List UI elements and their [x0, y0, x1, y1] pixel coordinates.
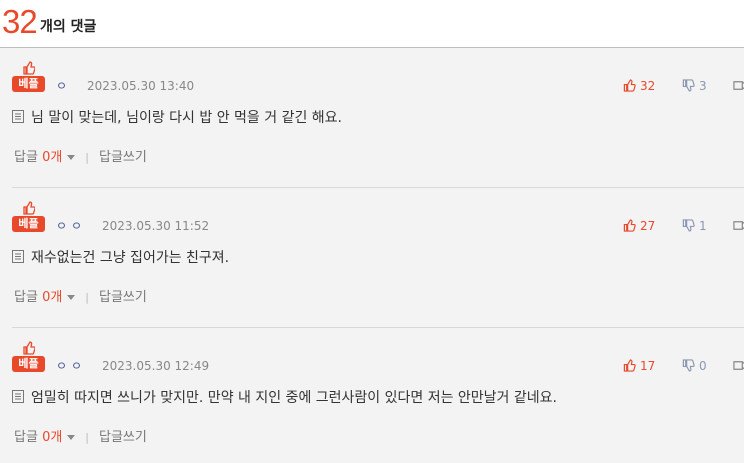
- reply-count: 0개: [42, 430, 63, 445]
- thumbs-up-icon: [623, 219, 636, 232]
- author-nickname[interactable]: ㅇㅇ: [56, 218, 86, 234]
- comment-body: 님 말이 맞는데, 님이랑 다시 밥 안 먹을 거 같긴 해요.: [12, 108, 342, 128]
- downvote-count: 3: [699, 79, 707, 93]
- best-label: 베플: [12, 216, 45, 232]
- comment-date: 2023.05.30 13:40: [87, 79, 195, 93]
- comment-text: 재수없는건 그냥 집어가는 친구져.: [31, 250, 230, 266]
- reply-label: 답글: [14, 290, 38, 305]
- comment-item: 베플 ㅇㅇ 2023.05.30 11:52 27 1 재수없는건 그냥 집어가…: [12, 188, 744, 328]
- comment-actions: 답글 0개 | 답글쓰기: [14, 149, 147, 167]
- thumbs-up-icon: [23, 201, 35, 215]
- report-icon: [733, 81, 744, 90]
- thumbs-up-icon: [623, 359, 636, 372]
- thumbs-up-icon: [623, 79, 636, 92]
- report-icon: [733, 361, 744, 370]
- upvote-count: 27: [640, 219, 656, 233]
- best-comment-badge: 베플: [12, 341, 45, 375]
- reply-toggle[interactable]: 답글 0개: [14, 150, 76, 165]
- best-comment-badge: 베플: [12, 61, 45, 95]
- reply-label: 답글: [14, 430, 38, 445]
- comment-item: 베플 ㅇ 2023.05.30 13:40 32 3 님 말이 맞는데, 님이랑…: [12, 48, 744, 188]
- comment-actions: 답글 0개 | 답글쓰기: [14, 289, 147, 307]
- report-icon: [733, 221, 744, 230]
- chevron-down-icon: [67, 154, 76, 160]
- reply-count: 0개: [42, 290, 63, 305]
- thumbs-down-icon: [682, 359, 695, 372]
- report-button[interactable]: [733, 217, 744, 235]
- comment-item: 베플 ㅇㅇ 2023.05.30 12:49 17 0 엄밀히 따지면 쓰니가 …: [12, 328, 744, 463]
- author-nickname[interactable]: ㅇ: [56, 78, 71, 94]
- comment-date: 2023.05.30 11:52: [102, 219, 210, 233]
- divider: |: [85, 431, 90, 444]
- document-icon: [12, 250, 24, 263]
- report-button[interactable]: [733, 357, 744, 375]
- upvote-count: 32: [640, 79, 656, 93]
- document-icon: [12, 390, 24, 403]
- comment-text: 님 말이 맞는데, 님이랑 다시 밥 안 먹을 거 같긴 해요.: [31, 110, 343, 126]
- comment-count-label: 개의 댓글: [40, 19, 97, 35]
- chevron-down-icon: [67, 434, 76, 440]
- downvote-button[interactable]: 0: [682, 357, 707, 375]
- document-icon: [12, 110, 24, 123]
- downvote-count: 1: [699, 219, 707, 233]
- divider: |: [85, 151, 90, 164]
- reply-label: 답글: [14, 150, 38, 165]
- best-label: 베플: [12, 356, 45, 372]
- thumbs-down-icon: [682, 219, 695, 232]
- best-comment-badge: 베플: [12, 201, 45, 235]
- write-reply-button[interactable]: 답글쓰기: [99, 150, 147, 165]
- reply-toggle[interactable]: 답글 0개: [14, 290, 76, 305]
- upvote-button[interactable]: 17: [623, 357, 655, 375]
- write-reply-button[interactable]: 답글쓰기: [99, 290, 147, 305]
- downvote-count: 0: [699, 359, 707, 373]
- write-reply-button[interactable]: 답글쓰기: [99, 430, 147, 445]
- comments-header: 32 개의 댓글: [0, 0, 744, 48]
- comment-count: 32: [2, 3, 38, 40]
- upvote-button[interactable]: 27: [623, 217, 655, 235]
- best-label: 베플: [12, 76, 45, 92]
- downvote-button[interactable]: 1: [682, 217, 707, 235]
- divider: |: [85, 291, 90, 304]
- comment-text: 엄밀히 따지면 쓰니가 맞지만. 만약 내 지인 중에 그런사람이 있다면 저는…: [31, 390, 557, 406]
- comment-body: 재수없는건 그냥 집어가는 친구져.: [12, 248, 229, 268]
- report-button[interactable]: [733, 77, 744, 95]
- upvote-button[interactable]: 32: [623, 77, 655, 95]
- downvote-button[interactable]: 3: [682, 77, 707, 95]
- comment-actions: 답글 0개 | 답글쓰기: [14, 429, 147, 447]
- comment-date: 2023.05.30 12:49: [102, 359, 210, 373]
- comment-body: 엄밀히 따지면 쓰니가 맞지만. 만약 내 지인 중에 그런사람이 있다면 저는…: [12, 388, 557, 408]
- thumbs-up-icon: [23, 61, 35, 75]
- thumbs-up-icon: [23, 341, 35, 355]
- author-nickname[interactable]: ㅇㅇ: [56, 358, 86, 374]
- chevron-down-icon: [67, 294, 76, 300]
- upvote-count: 17: [640, 359, 656, 373]
- reply-toggle[interactable]: 답글 0개: [14, 430, 76, 445]
- reply-count: 0개: [42, 150, 63, 165]
- thumbs-down-icon: [682, 79, 695, 92]
